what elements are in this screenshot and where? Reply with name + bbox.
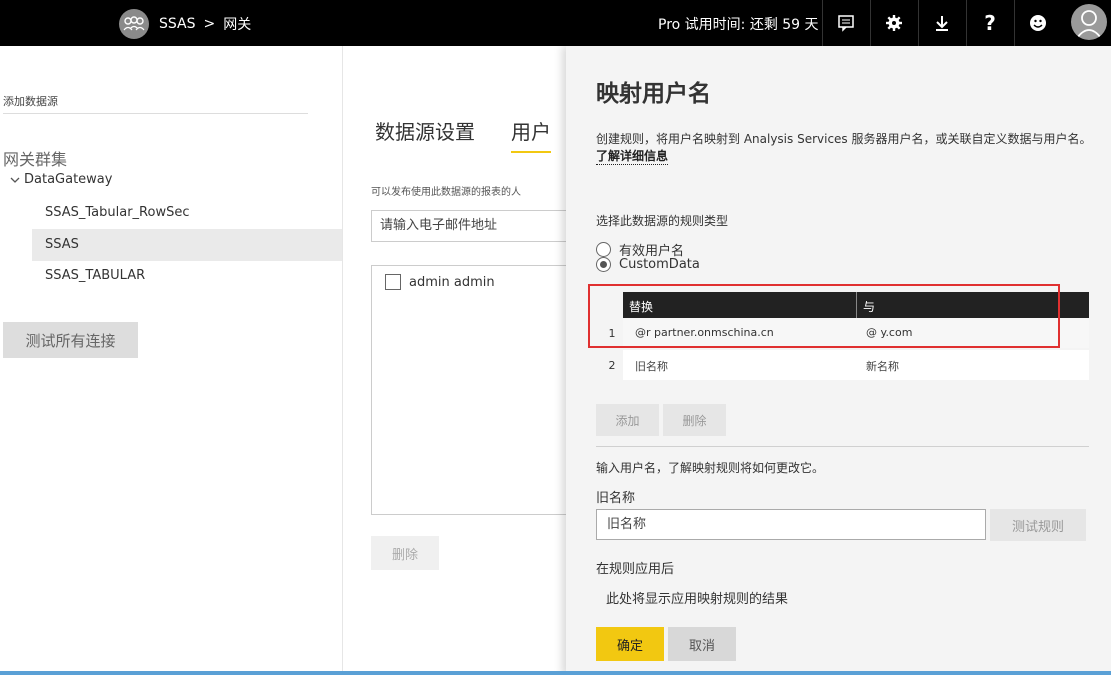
table-header: 替换 与 — [623, 292, 1089, 318]
old-name-label: 旧名称 — [596, 491, 636, 506]
breadcrumb-root[interactable]: SSAS — [159, 16, 196, 32]
feedback-smiley-button[interactable] — [1014, 0, 1061, 46]
smiley-icon — [1030, 15, 1046, 31]
radio-customdata[interactable]: CustomData — [596, 257, 700, 272]
ok-button[interactable]: 确定 — [596, 627, 664, 661]
with-input[interactable]: 新名称 — [866, 358, 899, 374]
publish-users-label: 可以发布使用此数据源的报表的人 — [371, 187, 521, 198]
email-input[interactable]: 请输入电子邮件地址 — [371, 210, 571, 242]
help-icon: ? — [984, 11, 996, 35]
feedback-button[interactable] — [822, 0, 869, 46]
old-name-input[interactable]: 旧名称 — [596, 509, 986, 540]
list-item[interactable]: admin admin — [385, 274, 495, 290]
users-list: admin admin — [371, 265, 571, 515]
table-row[interactable]: 1 @r partner.onmschina.cn @ y.com — [596, 318, 1089, 348]
delete-user-button[interactable]: 删除 — [371, 536, 439, 570]
trial-status[interactable]: Pro 试用时间: 还剩 59 天 — [658, 14, 819, 34]
test-rule-button[interactable]: 测试规则 — [990, 509, 1086, 541]
replace-value[interactable]: @r partner.onmschina.cn — [635, 326, 774, 339]
add-datasource-link[interactable]: 添加数据源 — [3, 93, 58, 109]
nav-divider — [3, 113, 308, 114]
map-usernames-panel: 映射用户名 创建规则，将用户名映射到 Analysis Services 服务器… — [566, 46, 1111, 675]
gateway-node[interactable]: DataGateway — [10, 172, 112, 187]
rule-result-text: 此处将显示应用映射规则的结果 — [606, 592, 789, 607]
rule-type-label: 选择此数据源的规则类型 — [596, 214, 729, 228]
datasource-item[interactable]: SSAS_TABULAR — [32, 260, 342, 292]
tab-datasource-settings[interactable]: 数据源设置 — [375, 116, 475, 153]
chevron-down-icon[interactable] — [10, 176, 20, 184]
gear-icon — [886, 15, 902, 31]
replace-input[interactable]: 旧名称 — [635, 358, 668, 374]
datasource-item-selected[interactable]: SSAS — [32, 229, 342, 261]
learn-more-link[interactable]: 了解详细信息 — [596, 147, 669, 165]
row-cells[interactable]: @r partner.onmschina.cn @ y.com — [623, 318, 1089, 348]
radio-label: CustomData — [619, 257, 700, 272]
column-divider — [856, 292, 857, 318]
panel-description: 创建规则，将用户名映射到 Analysis Services 服务器用户名，或关… — [596, 132, 1092, 146]
panel-title: 映射用户名 — [596, 81, 711, 107]
enter-username-hint: 输入用户名，了解映射规则将如何更改它。 — [596, 461, 825, 475]
download-button[interactable] — [918, 0, 965, 46]
left-nav: 添加数据源 网关群集 DataGateway SSAS_Tabular_RowS… — [0, 46, 342, 675]
cancel-button[interactable]: 取消 — [668, 627, 736, 661]
top-bar: SSAS > 网关 Pro 试用时间: 还剩 59 天 ? — [0, 0, 1111, 46]
radio-button[interactable] — [596, 242, 611, 257]
delete-rule-button[interactable]: 删除 — [663, 404, 726, 436]
content-tabs: 数据源设置 用户 — [375, 116, 551, 153]
after-rule-label: 在规则应用后 — [596, 562, 675, 577]
download-icon — [936, 16, 948, 31]
gateway-cluster-title: 网关群集 — [3, 150, 68, 169]
test-all-connections-button[interactable]: 测试所有连接 — [3, 322, 138, 358]
table-row[interactable]: 2 旧名称 新名称 — [596, 350, 1089, 380]
feedback-icon — [838, 15, 854, 32]
user-name: admin admin — [409, 274, 495, 290]
breadcrumb-separator: > — [203, 16, 216, 32]
gateway-name: DataGateway — [24, 172, 113, 187]
user-checkbox[interactable] — [385, 274, 401, 290]
user-avatar-icon[interactable] — [1071, 4, 1107, 40]
row-number: 1 — [608, 327, 616, 340]
column-header-replace: 替换 — [629, 300, 654, 314]
add-rule-button[interactable]: 添加 — [596, 404, 659, 436]
breadcrumb-current: 网关 — [223, 17, 252, 33]
row-number: 2 — [608, 359, 616, 372]
datasource-item[interactable]: SSAS_Tabular_RowSec — [32, 197, 342, 229]
taskbar-strip — [0, 671, 1111, 675]
radio-button-selected[interactable] — [596, 257, 611, 272]
panel-divider — [596, 446, 1089, 447]
row-cells[interactable]: 旧名称 新名称 — [623, 350, 1089, 380]
help-button[interactable]: ? — [966, 0, 1013, 46]
tab-users[interactable]: 用户 — [511, 116, 551, 153]
column-header-with: 与 — [863, 300, 876, 314]
with-value[interactable]: @ y.com — [866, 326, 912, 339]
gateway-logo-icon[interactable] — [119, 9, 149, 39]
breadcrumb: SSAS > 网关 — [159, 14, 251, 34]
left-nav-separator — [342, 46, 343, 675]
settings-button[interactable] — [870, 0, 917, 46]
